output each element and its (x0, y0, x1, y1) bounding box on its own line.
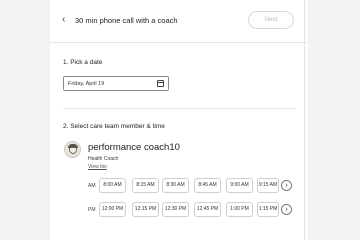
time-slot-am[interactable]: 8:00 AM (99, 178, 126, 193)
time-slot-pm[interactable]: 1:00 PM (226, 202, 253, 217)
pick-date-label: 1. Pick a date (63, 59, 103, 66)
avatar-hair-icon (68, 144, 78, 148)
section-divider (63, 108, 295, 109)
time-slot-am[interactable]: 8:45 AM (194, 178, 221, 193)
time-slot-pm[interactable]: 1:15 PM (257, 202, 279, 217)
date-value: Friday, April 19 (68, 80, 105, 87)
calendar-icon[interactable] (157, 80, 164, 87)
date-picker-field[interactable]: Friday, April 19 (63, 76, 169, 91)
page-title: 30 min phone call with a coach (75, 16, 178, 25)
window-edge-line (304, 0, 305, 240)
coach-avatar (64, 141, 81, 158)
time-slot-pm[interactable]: 12:15 PM (132, 202, 159, 217)
chevron-right-icon[interactable]: › (281, 180, 292, 191)
time-slot-pm[interactable]: 12:30 PM (162, 202, 189, 217)
chevron-right-icon[interactable]: › (281, 204, 292, 215)
select-member-label: 2. Select care team member & time (63, 123, 165, 130)
coach-role: Health Coach (88, 156, 119, 162)
time-slot-am[interactable]: 9:00 AM (226, 178, 253, 193)
am-label: AM (88, 183, 96, 189)
time-slot-am[interactable]: 9:15 AM (257, 178, 279, 193)
header-bar: ‹ 30 min phone call with a coach Next (50, 0, 308, 43)
time-slot-am[interactable]: 8:30 AM (162, 178, 189, 193)
time-slot-pm[interactable]: 12:00 PM (99, 202, 126, 217)
time-slot-pm[interactable]: 12:45 PM (194, 202, 221, 217)
back-chevron-icon[interactable]: ‹ (62, 14, 65, 25)
pm-label: PM (88, 207, 96, 213)
next-button[interactable]: Next (248, 11, 294, 29)
scheduler-panel: ‹ 30 min phone call with a coach Next 1.… (50, 0, 308, 240)
view-bio-link[interactable]: View bio (88, 164, 107, 170)
time-slot-am[interactable]: 8:15 AM (132, 178, 159, 193)
coach-name: performance coach10 (88, 142, 180, 153)
